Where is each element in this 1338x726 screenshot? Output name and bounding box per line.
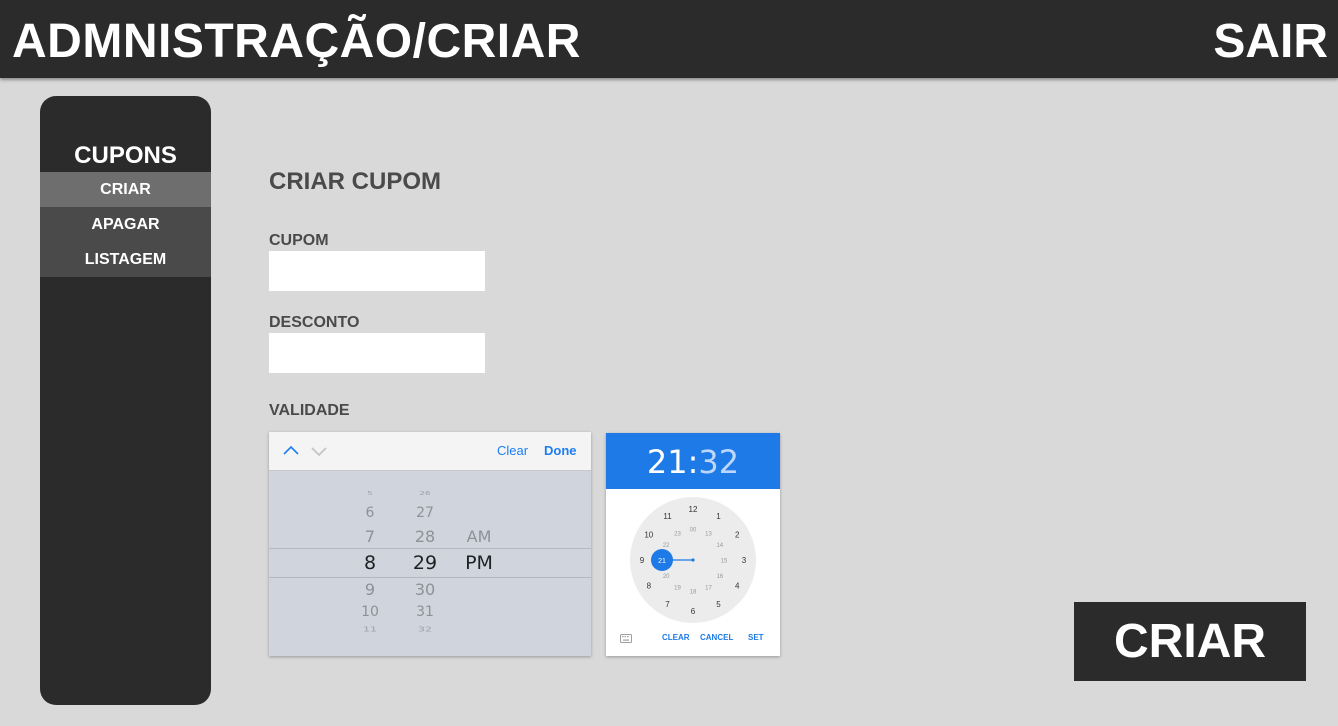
hour-option[interactable]: 5 <box>350 491 390 497</box>
period-selected[interactable]: PM <box>459 552 499 574</box>
logout-button[interactable]: SAIR <box>1213 14 1328 70</box>
clock-dial[interactable]: 121234567891011 0013141516171819202223 2… <box>606 489 780 629</box>
clock-hour-inner[interactable]: 22 <box>663 543 670 549</box>
hour-option[interactable]: 7 <box>350 527 390 546</box>
clock-hour-outer[interactable]: 9 <box>640 556 645 565</box>
top-bar: ADMNISTRAÇÃO/CRIAR SAIR <box>0 0 1338 78</box>
clock-center <box>691 558 695 562</box>
clock-hour-outer[interactable]: 11 <box>663 512 672 521</box>
sidebar-item-criar[interactable]: CRIAR <box>40 172 211 207</box>
hour-option[interactable]: 10 <box>350 604 390 620</box>
discount-input[interactable] <box>269 333 485 373</box>
form-title: CRIAR CUPOM <box>269 168 441 195</box>
picker-done-button[interactable]: Done <box>544 443 577 458</box>
clock-hour-inner[interactable]: 19 <box>674 585 681 591</box>
clock-hour-inner[interactable]: 18 <box>690 590 697 596</box>
clock-hour-outer[interactable]: 2 <box>735 531 740 540</box>
clock-hour-outer[interactable]: 3 <box>742 556 747 565</box>
clock-minute[interactable]: 32 <box>698 443 739 481</box>
clock-hour-outer[interactable]: 12 <box>689 505 698 514</box>
minute-option[interactable]: 28 <box>405 527 445 546</box>
create-button[interactable]: CRIAR <box>1074 602 1306 681</box>
coupon-input[interactable] <box>269 251 485 291</box>
minute-option[interactable]: 27 <box>405 505 445 521</box>
hour-option[interactable]: 9 <box>350 580 390 599</box>
clock-hour-inner[interactable]: 16 <box>716 574 723 580</box>
clock-hour-outer[interactable]: 7 <box>665 600 670 609</box>
clock-hour-inner[interactable]: 00 <box>690 528 697 534</box>
clock-cancel-button[interactable]: CANCEL <box>700 633 733 642</box>
picker-toolbar: Clear Done <box>269 432 591 471</box>
clock-time-display: 21:32 <box>606 433 780 489</box>
picker-clear-button[interactable]: Clear <box>497 443 528 458</box>
minute-option[interactable]: 26 <box>405 491 445 497</box>
clock-hour-inner[interactable]: 17 <box>705 585 712 591</box>
sidebar-section-title: CUPONS <box>74 142 177 169</box>
clock-set-button[interactable]: SET <box>748 633 764 642</box>
chevron-down-icon[interactable] <box>310 442 328 460</box>
clock-hour-inner[interactable]: 13 <box>705 532 712 538</box>
clock-selected-value: 21 <box>658 558 666 565</box>
hour-selected[interactable]: 8 <box>350 552 390 574</box>
clock-hour[interactable]: 21 <box>647 443 688 481</box>
clock-hour-inner[interactable]: 23 <box>674 532 681 538</box>
page-title: ADMNISTRAÇÃO/CRIAR <box>12 15 581 68</box>
clock-hour-outer[interactable]: 10 <box>644 531 653 540</box>
clock-hour-outer[interactable]: 1 <box>716 512 721 521</box>
validity-wheel-picker[interactable]: Clear Done 5 6 7 8 9 10 11 26 27 28 29 3… <box>269 432 591 656</box>
clock-hour-inner[interactable]: 15 <box>721 559 728 565</box>
sidebar: CUPONS CRIAR APAGAR LISTAGEM <box>40 96 211 705</box>
clock-hour-outer[interactable]: 5 <box>716 600 721 609</box>
clock-hour-outer[interactable]: 4 <box>735 582 740 591</box>
clock-hour-inner[interactable]: 14 <box>716 543 723 549</box>
clock-hour-outer[interactable]: 8 <box>647 582 652 591</box>
clock-picker[interactable]: 21:32 12 1 2 3 4 5 6 7 8 9 10 11 00 13 14 15 16 17 18 19 20… <box>606 433 780 656</box>
coupon-label: CUPOM <box>269 232 329 249</box>
hour-option[interactable]: 6 <box>350 505 390 521</box>
discount-label: DESCONTO <box>269 314 360 331</box>
minute-option[interactable]: 31 <box>405 604 445 620</box>
clock-hour-outer[interactable]: 6 <box>691 607 696 616</box>
clock-clear-button[interactable]: CLEAR <box>662 633 690 642</box>
minute-selected[interactable]: 29 <box>405 552 445 574</box>
period-option[interactable]: AM <box>459 527 499 546</box>
clock-separator: : <box>687 443 699 481</box>
chevron-up-icon[interactable] <box>282 442 300 460</box>
sidebar-item-listagem[interactable]: LISTAGEM <box>40 242 211 277</box>
minute-option[interactable]: 30 <box>405 580 445 599</box>
minute-option[interactable]: 32 <box>405 626 445 634</box>
validity-label: VALIDADE <box>269 402 350 419</box>
hour-option[interactable]: 11 <box>350 626 390 634</box>
sidebar-item-apagar[interactable]: APAGAR <box>40 207 211 242</box>
keyboard-icon[interactable] <box>620 634 632 643</box>
clock-hour-inner[interactable]: 20 <box>663 574 670 580</box>
